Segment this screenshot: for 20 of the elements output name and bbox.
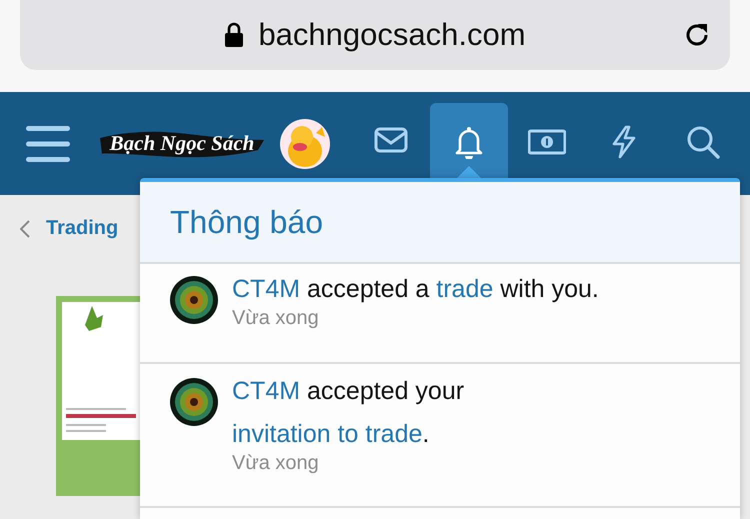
address-bar[interactable]: bachngocsach.com xyxy=(20,0,730,70)
notification-text: CT4M accepted a trade with you. xyxy=(232,274,600,305)
chevron-left-icon xyxy=(20,220,30,238)
username-link[interactable]: CT4M xyxy=(232,377,300,405)
url-text: bachngocsach.com xyxy=(258,17,526,53)
lock-icon xyxy=(224,22,244,48)
avatar-icon[interactable] xyxy=(280,118,330,168)
breadcrumb-link[interactable]: Trading xyxy=(46,217,118,240)
content-link[interactable]: invitation to trade xyxy=(232,420,422,448)
menu-icon[interactable] xyxy=(26,124,70,162)
user-avatar xyxy=(170,276,218,324)
notification-text: CT4M accepted your invitation to trade. xyxy=(232,376,466,450)
search-icon xyxy=(686,124,720,158)
panel-title: Thông báo xyxy=(170,204,324,240)
nav-tab[interactable] xyxy=(430,103,508,180)
content-link[interactable]: trade xyxy=(436,275,494,303)
user-avatar xyxy=(170,378,218,426)
username-link[interactable]: CT4M xyxy=(232,275,300,303)
timestamp: Vừa xong xyxy=(232,307,320,330)
timestamp: Vừa xong xyxy=(232,452,320,475)
